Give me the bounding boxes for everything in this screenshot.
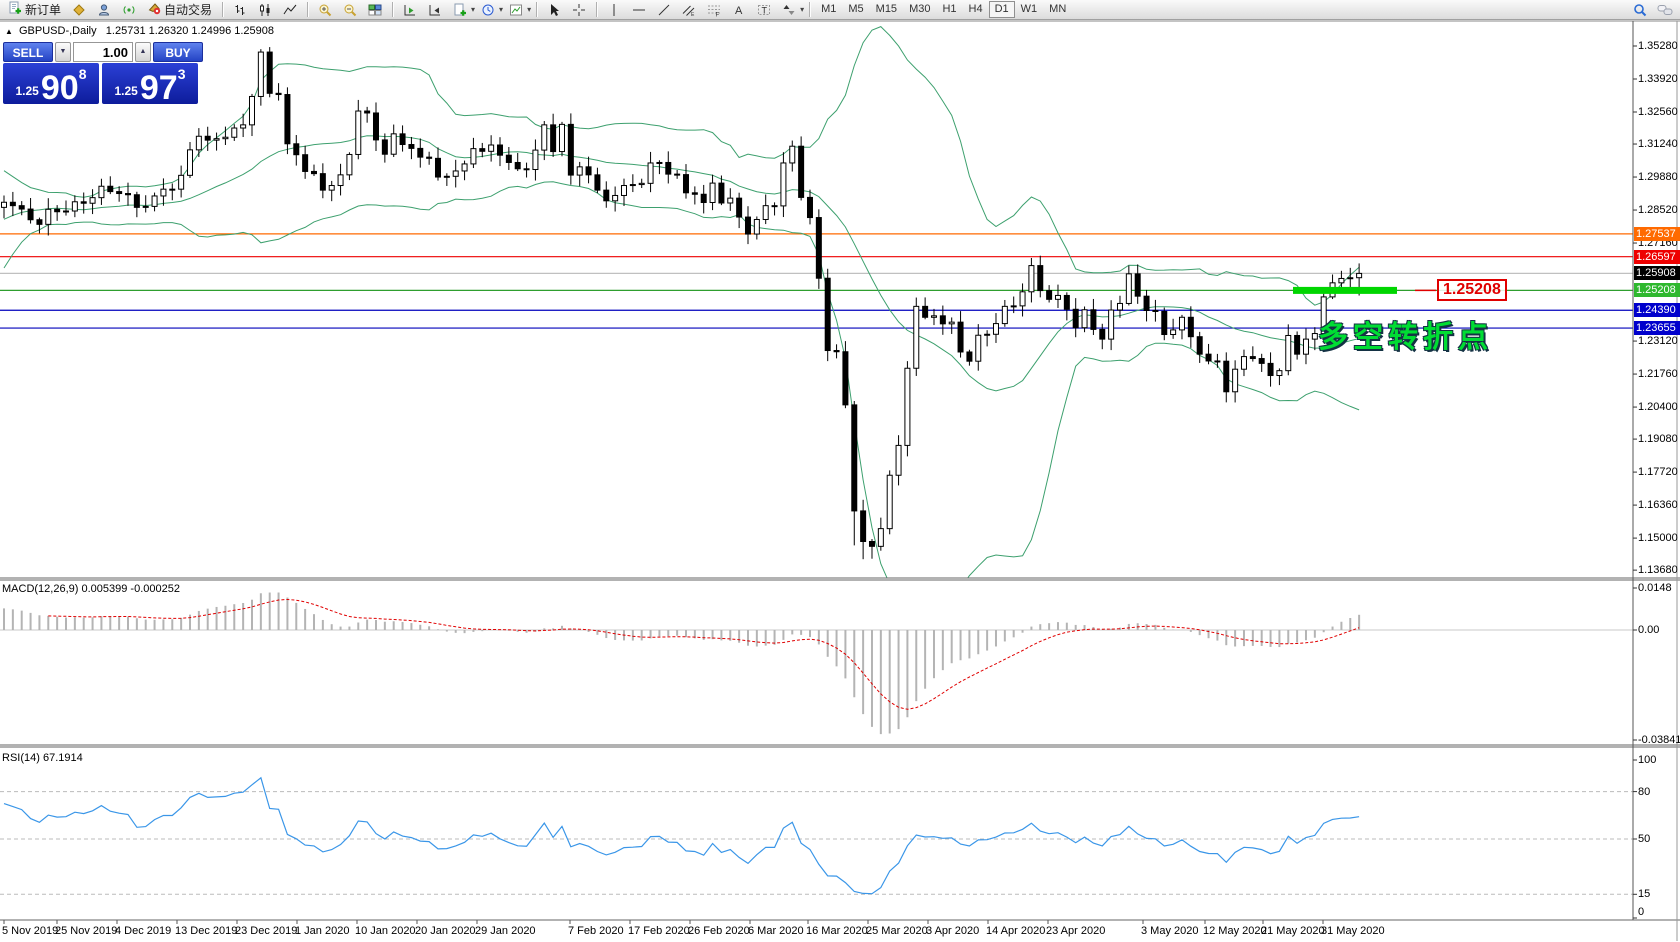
rsi-scale-label: 0 <box>1638 906 1644 918</box>
rsi-scale-label: 100 <box>1638 754 1656 766</box>
chart-symbol-period: GBPUSD-,Daily <box>19 25 97 37</box>
price-axis-label: 1.16360 <box>1638 499 1678 511</box>
date-axis-label: 31 May 2020 <box>1321 925 1385 937</box>
price-axis-label: 1.15000 <box>1638 532 1678 544</box>
price-level-tag: 1.27537 <box>1634 227 1680 241</box>
date-axis-label: 5 Nov 2019 <box>2 925 58 937</box>
price-axis-label: 1.35280 <box>1638 40 1678 52</box>
date-axis-label: 23 Apr 2020 <box>1046 925 1105 937</box>
date-axis-label: 29 Jan 2020 <box>475 925 536 937</box>
macd-scale-label: 0.0148 <box>1638 582 1672 594</box>
date-axis-label: 6 Mar 2020 <box>748 925 804 937</box>
rsi-scale-label: 80 <box>1638 786 1650 798</box>
price-level-tag: 1.24390 <box>1634 303 1680 317</box>
price-axis-label: 1.32560 <box>1638 106 1678 118</box>
price-axis-label: 1.29880 <box>1638 171 1678 183</box>
bollinger-lower-band <box>4 182 1359 601</box>
sell-button[interactable]: SELL <box>3 42 53 62</box>
price-axis-label: 1.33920 <box>1638 73 1678 85</box>
date-axis-label: 25 Mar 2020 <box>866 925 928 937</box>
chart-ohlc-values: 1.25731 1.26320 1.24996 1.25908 <box>106 25 274 37</box>
highlight-level-segment <box>1293 287 1397 294</box>
date-axis-label: 4 Dec 2019 <box>115 925 171 937</box>
bollinger-middle-band <box>4 136 1359 391</box>
date-axis-label: 17 Feb 2020 <box>628 925 690 937</box>
bollinger-upper-band <box>4 27 1359 306</box>
price-axis-label: 1.20400 <box>1638 401 1678 413</box>
price-level-tag: 1.25208 <box>1634 283 1680 297</box>
rsi-indicator-label: RSI(14) 67.1914 <box>2 752 83 764</box>
date-axis-label: 16 Mar 2020 <box>806 925 868 937</box>
date-axis-label: 10 Jan 2020 <box>355 925 416 937</box>
price-axis-label: 1.31240 <box>1638 138 1678 150</box>
collapse-triangle-icon[interactable]: ▲ <box>5 27 13 36</box>
buy-button[interactable]: BUY <box>153 42 203 62</box>
macd-scale-label: -0.038415 <box>1638 734 1680 746</box>
date-axis-label: 20 Jan 2020 <box>415 925 476 937</box>
price-axis-label: 1.21760 <box>1638 368 1678 380</box>
rsi-pane <box>0 778 1633 895</box>
price-axis-label: 1.23120 <box>1638 335 1678 347</box>
sell-price-display[interactable]: 1.25 90 8 <box>3 63 99 104</box>
buy-price-display[interactable]: 1.25 97 3 <box>102 63 198 104</box>
price-axis-label: 1.28520 <box>1638 204 1678 216</box>
macd-indicator-label: MACD(12,26,9) 0.005399 -0.000252 <box>2 583 180 595</box>
price-level-tag: 1.23655 <box>1634 321 1680 335</box>
rsi-scale-label: 15 <box>1638 888 1650 900</box>
volume-input[interactable] <box>73 42 133 62</box>
price-axis-label: 1.13680 <box>1638 564 1678 576</box>
rsi-scale-label: 50 <box>1638 833 1650 845</box>
date-axis-label: 12 May 2020 <box>1203 925 1267 937</box>
date-axis-label: 26 Feb 2020 <box>688 925 750 937</box>
volume-increase-button[interactable]: ▲ <box>135 42 151 62</box>
date-axis-label: 7 Feb 2020 <box>568 925 624 937</box>
mt4-application: 新订单 自动交易 ▾ ▾ ▾ E F A T ▾ M <box>0 0 1680 942</box>
date-axis-label: 13 Dec 2019 <box>175 925 237 937</box>
date-axis-label: 1 Jan 2020 <box>295 925 349 937</box>
macd-signal-line <box>48 600 1359 710</box>
chart-canvas[interactable] <box>0 0 1680 942</box>
date-axis-label: 23 Dec 2019 <box>235 925 297 937</box>
candlestick-series <box>2 47 1362 559</box>
rsi-line <box>4 778 1359 894</box>
price-level-tag: 1.26597 <box>1634 250 1680 264</box>
date-axis-label: 14 Apr 2020 <box>986 925 1045 937</box>
date-axis-label: 3 May 2020 <box>1141 925 1198 937</box>
volume-decrease-button[interactable]: ▼ <box>55 42 71 62</box>
price-axis-label: 1.19080 <box>1638 433 1678 445</box>
chart-annotation-text[interactable]: 多空转折点 <box>1318 312 1493 356</box>
price-axis-label: 1.17720 <box>1638 466 1678 478</box>
price-level-tag: 1.25908 <box>1634 266 1680 280</box>
date-axis-label: 21 May 2020 <box>1261 925 1325 937</box>
highlight-price-label[interactable]: 1.25208 <box>1437 279 1507 301</box>
date-axis-label: 25 Nov 2019 <box>55 925 117 937</box>
macd-pane <box>0 592 1633 734</box>
one-click-trading-panel: SELL ▼ ▲ BUY 1.25 90 8 1.25 97 3 <box>3 42 203 104</box>
macd-scale-label: 0.00 <box>1638 624 1659 636</box>
date-axis-label: 3 Apr 2020 <box>926 925 979 937</box>
chart-title: ▲ GBPUSD-,Daily 1.25731 1.26320 1.24996 … <box>5 25 274 37</box>
